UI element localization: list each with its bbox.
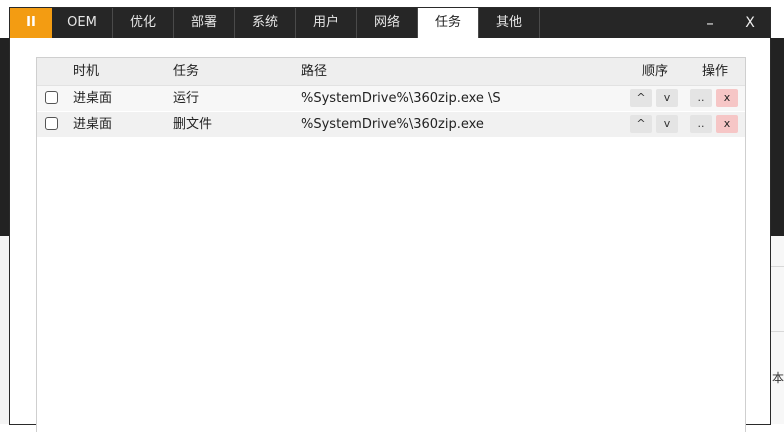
background-window-left-dark: [0, 38, 10, 236]
edit-button[interactable]: ..: [690, 89, 712, 107]
delete-button[interactable]: x: [716, 115, 738, 133]
tab-oem[interactable]: OEM: [52, 8, 113, 38]
column-header-path: 路径: [301, 64, 328, 79]
tab-deploy[interactable]: 部署: [174, 8, 235, 38]
background-window-left-light: [0, 236, 10, 424]
cell-path: %SystemDrive%\360zip.exe \S: [301, 91, 501, 106]
cell-task: 删文件: [173, 117, 213, 132]
column-header-actions: 操作: [702, 64, 729, 79]
cell-time: 进桌面: [73, 117, 113, 132]
row-checkbox[interactable]: [45, 91, 58, 104]
menu-button[interactable]: II: [10, 8, 52, 38]
task-table: 时机 任务 路径 顺序 操作 进桌面 运行 %SystemDrive%\360z…: [36, 57, 746, 432]
tab-tasks[interactable]: 任务: [418, 8, 479, 38]
tab-user[interactable]: 用户: [296, 8, 357, 38]
move-up-button[interactable]: ^: [630, 89, 652, 107]
minimize-button[interactable]: –: [690, 8, 730, 38]
cell-time: 进桌面: [73, 91, 113, 106]
column-header-time: 时机: [73, 64, 100, 79]
move-down-button[interactable]: v: [656, 115, 678, 133]
table-header: 时机 任务 路径 顺序 操作: [37, 58, 745, 86]
tab-system[interactable]: 系统: [235, 8, 296, 38]
background-text: 本: [771, 371, 784, 385]
background-window-right-light: 本: [770, 236, 784, 424]
cell-task: 运行: [173, 91, 200, 106]
app-window: II OEM 优化 部署 系统 用户 网络 任务 其他 – X 时机 任务 路径…: [10, 8, 770, 432]
tab-bar: OEM 优化 部署 系统 用户 网络 任务 其他: [52, 8, 540, 38]
table-row: 进桌面 运行 %SystemDrive%\360zip.exe \S ^ v .…: [37, 86, 745, 111]
background-divider: [771, 331, 784, 332]
cell-path: %SystemDrive%\360zip.exe: [301, 117, 484, 132]
column-header-order: 顺序: [642, 64, 669, 79]
close-button[interactable]: X: [730, 8, 770, 38]
tab-network[interactable]: 网络: [357, 8, 418, 38]
background-divider: [771, 266, 784, 267]
tab-optimize[interactable]: 优化: [113, 8, 174, 38]
delete-button[interactable]: x: [716, 89, 738, 107]
edit-button[interactable]: ..: [690, 115, 712, 133]
tab-other[interactable]: 其他: [479, 8, 540, 38]
background-window-right-dark: [770, 38, 784, 236]
move-down-button[interactable]: v: [656, 89, 678, 107]
table-row: 进桌面 删文件 %SystemDrive%\360zip.exe ^ v .. …: [37, 112, 745, 137]
column-header-task: 任务: [173, 64, 200, 79]
title-bar: II OEM 优化 部署 系统 用户 网络 任务 其他 – X: [10, 8, 770, 38]
row-checkbox[interactable]: [45, 117, 58, 130]
move-up-button[interactable]: ^: [630, 115, 652, 133]
